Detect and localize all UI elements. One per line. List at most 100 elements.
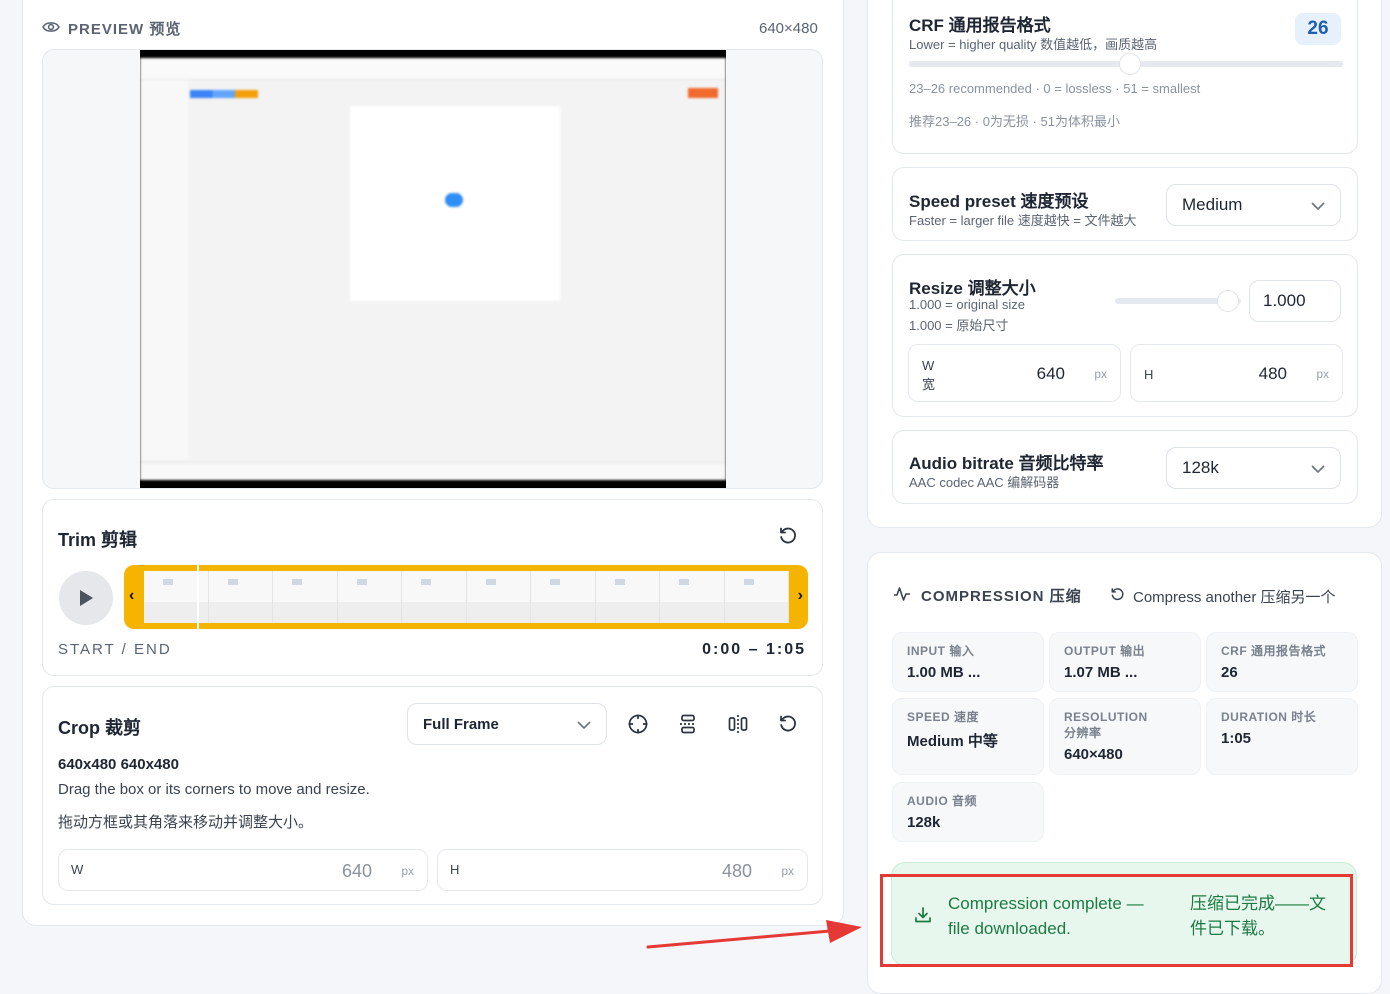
crop-height-field[interactable]: H 480 px (437, 849, 808, 891)
crop-mode-select[interactable]: Full Frame (407, 703, 607, 745)
chevron-down-icon (1311, 458, 1325, 478)
audio-section: Audio bitrate 音频比特率 AAC codec AAC 编解码器 1… (892, 430, 1358, 504)
crop-width-value: 640 (341, 861, 372, 881)
speed-value: Medium (1182, 195, 1243, 214)
crop-height-label: H (450, 862, 460, 877)
crop-title: Crop 裁剪 (58, 718, 141, 738)
resize-slider[interactable] (1115, 290, 1241, 312)
audio-value: 128k (1182, 458, 1219, 477)
stat-value: 1:05 (1221, 730, 1252, 747)
resize-width-label: W宽 (922, 358, 936, 392)
speed-subtitle: Faster = larger file 速度越快 = 文件越大 (909, 213, 1137, 228)
crf-value-badge: 26 (1295, 13, 1341, 45)
speed-select[interactable]: Medium (1166, 184, 1341, 226)
stat-key: DURATION 时长 (1221, 710, 1317, 724)
cloud-icon (445, 193, 463, 207)
eye-icon (42, 20, 60, 38)
audio-select[interactable]: 128k (1166, 447, 1341, 489)
crf-slider-knob[interactable] (1119, 53, 1142, 75)
playhead[interactable] (197, 565, 199, 629)
refresh-icon (1110, 587, 1125, 606)
stat-value: 1.00 MB ... (907, 664, 981, 681)
crop-width-field[interactable]: W 640 px (58, 849, 428, 891)
crop-mode-value: Full Frame (423, 715, 499, 733)
reset-icon[interactable] (776, 524, 800, 548)
crop-height-value: 480 (721, 861, 752, 881)
video-frame[interactable] (140, 50, 726, 488)
stat-key: RESOLUTION 分辨率 (1064, 710, 1148, 740)
chevron-down-icon (577, 716, 591, 733)
highlight-outline (880, 874, 1353, 967)
flip-vertical-icon[interactable] (676, 712, 700, 736)
compress-another-button[interactable]: Compress another 压缩另一个 (1110, 586, 1336, 607)
trim-end-handle[interactable]: › (798, 587, 803, 605)
resize-width-field[interactable]: W宽 640 px (908, 344, 1121, 402)
timeline-frames (144, 571, 789, 623)
resize-height-label: H (1144, 367, 1154, 382)
stat-value: 1.07 MB ... (1064, 664, 1138, 681)
crf-title: CRF 通用报告格式 (909, 16, 1051, 35)
preview-label: PREVIEW 预览 (68, 21, 182, 38)
preview-header: PREVIEW 预览 (42, 18, 181, 39)
crop-width-label: W (71, 862, 84, 877)
crf-hint-en: 23–26 recommended · 0 = lossless · 51 = … (909, 81, 1201, 96)
speed-section: Speed preset 速度预设 Faster = larger file 速… (892, 167, 1358, 241)
crop-dimensions: 640x480 640x480 (58, 756, 179, 773)
resize-sub-zh: 1.000 = 原始尺寸 (909, 318, 1009, 333)
resize-section: Resize 调整大小 1.000 = original size 1.000 … (892, 254, 1358, 417)
resize-width-value: 640 (1036, 364, 1065, 383)
stat-audio: AUDIO 音频 128k (892, 782, 1044, 842)
resize-height-value: 480 (1258, 364, 1287, 383)
trim-section: Trim 剪辑 ‹ › START / END 0:00 – 1:05 (42, 499, 823, 676)
stat-key: SPEED 速度 (907, 710, 980, 724)
stat-value: Medium 中等 (907, 733, 998, 750)
crf-hint-zh: 推荐23–26 · 0为无损 · 51为体积最小 (909, 114, 1120, 129)
crop-hint-zh: 拖动方框或其角落来移动并调整大小。 (58, 814, 314, 831)
compress-another-label: Compress another 压缩另一个 (1133, 589, 1336, 606)
resize-height-unit: px (1316, 367, 1329, 381)
annotation-arrow (646, 920, 862, 949)
resize-title: Resize 调整大小 (909, 279, 1036, 298)
compression-header: COMPRESSION 压缩 (893, 585, 1082, 606)
stat-crf: CRF 通用报告格式 26 (1206, 632, 1358, 692)
stat-speed: SPEED 速度 Medium 中等 (892, 698, 1044, 775)
stat-output: OUTPUT 输出 1.07 MB ... (1049, 632, 1201, 692)
stat-duration: DURATION 时长 1:05 (1206, 698, 1358, 775)
compression-title: COMPRESSION 压缩 (921, 588, 1082, 605)
crosshair-icon[interactable] (626, 712, 650, 736)
reset-crop-icon[interactable] (776, 712, 800, 736)
play-button[interactable] (59, 571, 113, 625)
crop-section: Crop 裁剪 Full Frame 640x480 640x480 Drag … (42, 686, 823, 905)
audio-title: Audio bitrate 音频比特率 (909, 454, 1104, 473)
video-content (140, 58, 726, 480)
stat-value: 640×480 (1064, 746, 1123, 763)
stat-key: CRF 通用报告格式 (1221, 644, 1326, 658)
video-preview (42, 49, 823, 489)
activity-icon (893, 586, 911, 606)
crf-section: CRF 通用报告格式 Lower = higher quality 数值越低，画… (892, 0, 1358, 154)
stat-key: OUTPUT 输出 (1064, 644, 1146, 658)
chevron-down-icon (1311, 195, 1325, 215)
trim-range: 0:00 – 1:05 (702, 641, 806, 658)
crf-slider[interactable] (909, 53, 1343, 75)
crop-height-unit: px (781, 864, 794, 878)
resize-scale-input[interactable]: 1.000 (1249, 280, 1341, 322)
start-end-label: START / END (58, 641, 172, 658)
trim-start-handle[interactable]: ‹ (129, 587, 134, 605)
stat-value: 128k (907, 814, 941, 831)
play-icon (80, 590, 93, 606)
crop-hint-en: Drag the box or its corners to move and … (58, 781, 370, 798)
trim-timeline[interactable]: ‹ › (124, 565, 808, 629)
stat-input: INPUT 输入 1.00 MB ... (892, 632, 1044, 692)
crf-subtitle: Lower = higher quality 数值越低，画质越高 (909, 37, 1158, 52)
speed-title: Speed preset 速度预设 (909, 192, 1089, 211)
flip-horizontal-icon[interactable] (726, 712, 750, 736)
stat-resolution: RESOLUTION 分辨率 640×480 (1049, 698, 1201, 775)
crop-width-unit: px (401, 864, 414, 878)
preview-dimensions: 640×480 (759, 20, 818, 37)
stat-key: INPUT 输入 (907, 644, 975, 658)
resize-width-unit: px (1094, 367, 1107, 381)
resize-height-field[interactable]: H 480 px (1130, 344, 1343, 402)
resize-sub-en: 1.000 = original size (909, 297, 1025, 312)
resize-slider-knob[interactable] (1217, 290, 1240, 312)
